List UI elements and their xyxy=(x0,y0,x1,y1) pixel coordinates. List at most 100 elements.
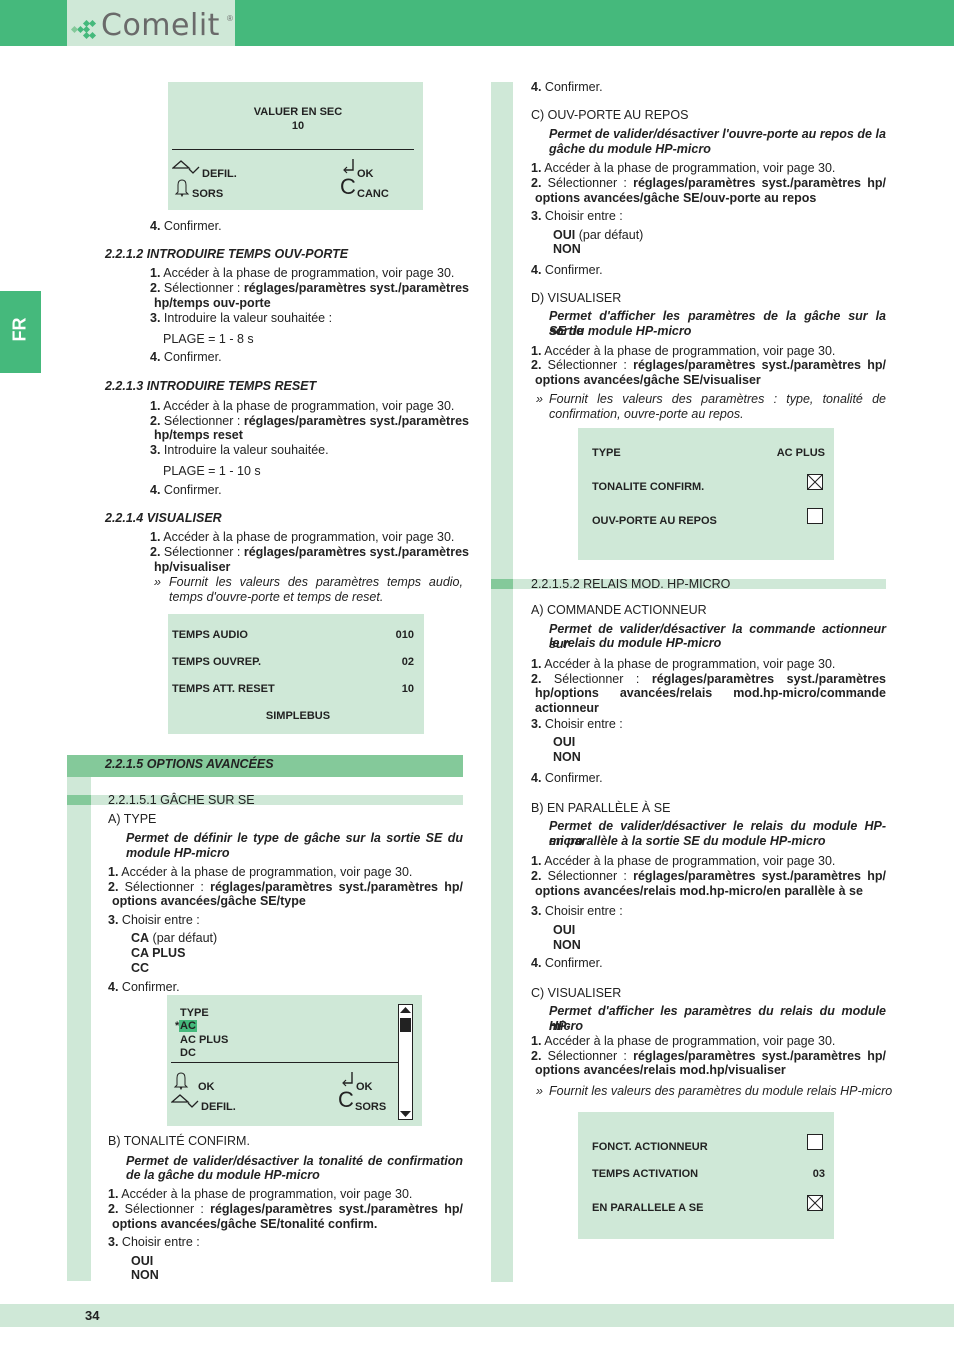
option-oui: OUI xyxy=(131,1254,154,1268)
description: module HP-micro xyxy=(126,846,230,860)
step-3: 3. Choisir entre : xyxy=(108,1235,200,1249)
key-ok-label: OK xyxy=(357,168,374,180)
lcd-menu-option[interactable]: AC PLUS xyxy=(180,1034,228,1046)
section-2212-title: 2.2.1.2 INTRODUIRE TEMPS OUV-PORTE xyxy=(105,247,349,261)
checkbox-checked[interactable] xyxy=(807,474,823,490)
brand-logo: Comelit ® xyxy=(67,0,235,46)
step-4: 4. Confirmer. xyxy=(150,350,222,364)
lcd-row-label: OUV-PORTE AU REPOS xyxy=(592,515,717,527)
lcd-row-label: FONCT. ACTIONNEUR xyxy=(592,1141,708,1153)
option-non: NON xyxy=(131,1268,159,1282)
scroll-up-arrow-icon[interactable] xyxy=(399,1005,412,1014)
step-3: 3. Choisir entre : xyxy=(531,717,623,731)
description: gâche du module HP-micro xyxy=(549,142,711,156)
description: Permet d'afficher les paramètres du rela… xyxy=(549,1004,886,1033)
description: micro xyxy=(549,1019,584,1033)
step-2-path: options avancées/gâche SE/ouv-porte au r… xyxy=(535,191,817,205)
note-text: Fournit les valeurs des paramètres temps… xyxy=(169,575,463,589)
lcd-row-label: TONALITE CONFIRM. xyxy=(592,481,705,493)
step-2-path: hp/options avancées/relais mod.hp-micro/… xyxy=(535,686,886,700)
enter-icon xyxy=(342,1072,353,1087)
lcd-menu-option-selected[interactable]: AC xyxy=(179,1020,197,1032)
lcd-menu-option[interactable]: DC xyxy=(180,1047,196,1059)
step-2: 2. Sélectionner : réglages/paramètres sy… xyxy=(531,1049,886,1063)
note-bullet: » xyxy=(154,575,161,589)
step-1: 1. Accéder à la phase de programmation, … xyxy=(531,1034,836,1048)
option-non: NON xyxy=(553,750,581,764)
description: en parallèle à la sortie SE du module HP… xyxy=(549,834,826,848)
section-2214-title: 2.2.1.4 VISUALISER xyxy=(105,511,222,525)
lcd-screen-gache-visualiser: TYPE AC PLUS TONALITE CONFIRM. OUV-PORTE… xyxy=(578,428,834,560)
note-text: Fournit les valeurs des paramètres du mo… xyxy=(549,1084,893,1098)
step-4: 4. Confirmer. xyxy=(150,219,222,233)
subsection-mark xyxy=(67,795,91,805)
cancel-c-icon: C xyxy=(338,1087,354,1112)
scrollbar-thumb[interactable] xyxy=(400,1018,411,1032)
description: Permet de valider/désactiver l'ouvre-por… xyxy=(549,127,886,141)
description: SE du module HP-micro xyxy=(549,324,692,338)
description: Permet de valider/désactiver la tonalité… xyxy=(126,1154,463,1168)
lcd-row-value: AC PLUS xyxy=(776,447,825,459)
step-2-path: options avancées/gâche SE/visualiser xyxy=(535,373,761,387)
step-4: 4. Confirmer. xyxy=(531,80,603,94)
scroll-down-arrow-icon[interactable] xyxy=(399,1110,412,1119)
subsection-b-title: B) EN PARALLÈLE À SE xyxy=(531,801,671,815)
step-1: 1. Accéder à la phase de programmation, … xyxy=(108,865,413,879)
checkbox-unchecked[interactable] xyxy=(807,1134,823,1150)
subsection-c-title: C) VISUALISER xyxy=(531,986,622,1000)
lcd-row-value: 02 xyxy=(401,656,414,668)
checkbox-checked[interactable] xyxy=(807,1195,823,1211)
key-exit-label: SORS xyxy=(355,1101,387,1113)
section-2215-header: 2.2.1.5 OPTIONS AVANCÉES xyxy=(67,755,463,777)
option-ca-plus: CA PLUS xyxy=(131,946,186,960)
step-2: 2. Sélectionner : réglages/paramètres sy… xyxy=(531,869,886,883)
lcd-screen-value: VALUER EN SEC 10 DEFIL. SORS OK C CANC xyxy=(168,82,423,210)
key-scroll-label: DEFIL. xyxy=(201,1101,236,1113)
cancel-c-icon: C xyxy=(340,174,356,199)
step-2-path: options avancées/relais mod.hp/visualise… xyxy=(535,1063,786,1077)
step-2-path: options avancées/gâche SE/tonalité confi… xyxy=(112,1217,378,1231)
step-2: 2. Sélectionner : réglages/paramètres sy… xyxy=(531,176,886,190)
lcd-value: 10 xyxy=(291,120,305,132)
section-2215-title: 2.2.1.5 OPTIONS AVANCÉES xyxy=(105,757,274,771)
note-text: Fournit les valeurs des paramètres : typ… xyxy=(549,392,886,406)
registered-mark: ® xyxy=(227,14,233,23)
step-1: 1. Accéder à la phase de programmation, … xyxy=(108,1187,413,1201)
range-value: PLAGE = 1 - 8 s xyxy=(163,332,254,346)
lcd-screen-relais-visualiser: FONCT. ACTIONNEUR TEMPS ACTIVATION 03 EN… xyxy=(578,1112,834,1239)
subsection-mark xyxy=(491,579,513,589)
step-2: 2. Sélectionner : réglages/paramètres sy… xyxy=(150,545,469,559)
checkbox-x-icon xyxy=(808,475,822,489)
step-4: 4. Confirmer. xyxy=(531,263,603,277)
step-2-path: hp/temps ouv-porte xyxy=(154,296,271,310)
option-non: NON xyxy=(553,938,581,952)
option-non: NON xyxy=(553,242,581,256)
footer-bar: 34 xyxy=(0,1304,954,1327)
lcd-scrollbar[interactable] xyxy=(398,1004,413,1120)
step-2-path: options avancées/relais mod.hp-micro/en … xyxy=(535,884,863,898)
step-2: 2. Sélectionner : réglages/paramètres sy… xyxy=(150,281,469,295)
step-2-path: actionneur xyxy=(535,701,599,715)
step-1: 1. Accéder à la phase de programmation, … xyxy=(150,266,455,280)
option-oui: OUI xyxy=(553,923,576,937)
step-1: 1. Accéder à la phase de programmation, … xyxy=(531,344,836,358)
step-1: 1. Accéder à la phase de programmation, … xyxy=(531,657,836,671)
note-bullet: » xyxy=(536,392,543,406)
checkbox-unchecked[interactable] xyxy=(807,508,823,524)
key-ok-label: OK xyxy=(356,1081,373,1093)
comelit-diamond-icon xyxy=(70,20,97,40)
step-2: 2. Sélectionner : réglages/paramètres sy… xyxy=(531,672,886,686)
lcd-divider xyxy=(172,149,414,150)
note-bullet: » xyxy=(536,1084,543,1098)
option-cc: CC xyxy=(131,961,150,975)
subsection-c-title: C) OUV-PORTE AU REPOS xyxy=(531,108,689,122)
step-2: 2. Sélectionner : réglages/paramètres sy… xyxy=(150,414,469,428)
scroll-arrows-icon xyxy=(172,160,200,174)
lcd-row-value: 10 xyxy=(401,683,414,695)
lcd-row-label: EN PARALLELE A SE xyxy=(592,1202,704,1214)
step-3: 3. Introduire la valeur souhaitée : xyxy=(150,311,333,325)
lcd-row-label: TYPE xyxy=(592,447,621,459)
lcd-divider xyxy=(171,1062,399,1063)
step-2-path: options avancées/gâche SE/type xyxy=(112,894,306,908)
step-2-path: hp/temps reset xyxy=(154,428,243,442)
